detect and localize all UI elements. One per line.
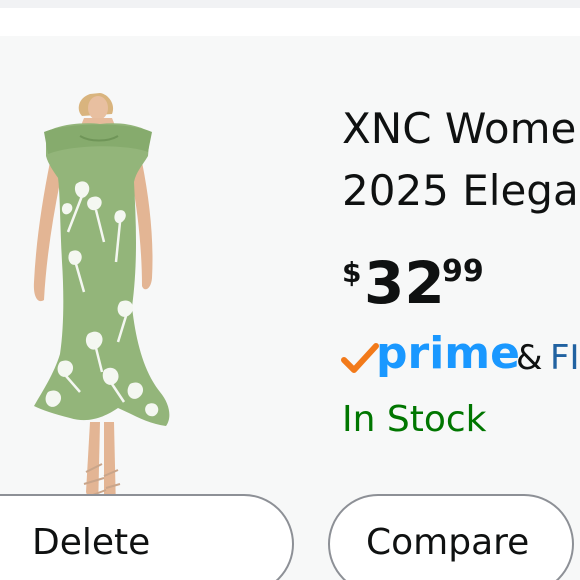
free-shipping-text: FI <box>550 338 580 378</box>
previous-item-edge <box>0 0 580 8</box>
price-fraction: 99 <box>442 254 484 289</box>
compare-button-label: Compare <box>366 522 530 563</box>
delete-button-label: Delete <box>32 522 151 563</box>
compare-list-screen: XNC Women 2025 Elega $ 32 99 prime & FI … <box>0 0 580 580</box>
price-whole: 32 <box>364 249 445 317</box>
availability-status: In Stock <box>342 399 487 440</box>
product-image[interactable] <box>20 92 180 522</box>
product-title-line-1[interactable]: XNC Women <box>342 104 580 154</box>
price-currency-symbol: $ <box>342 256 362 289</box>
prime-logo-text: prime <box>376 328 520 379</box>
product-title-line-2[interactable]: 2025 Elega <box>342 166 579 216</box>
delete-button[interactable]: Delete <box>0 494 294 580</box>
compare-button[interactable]: Compare <box>328 494 574 580</box>
prime-check-icon <box>341 343 379 373</box>
prime-ampersand: & <box>516 338 543 378</box>
